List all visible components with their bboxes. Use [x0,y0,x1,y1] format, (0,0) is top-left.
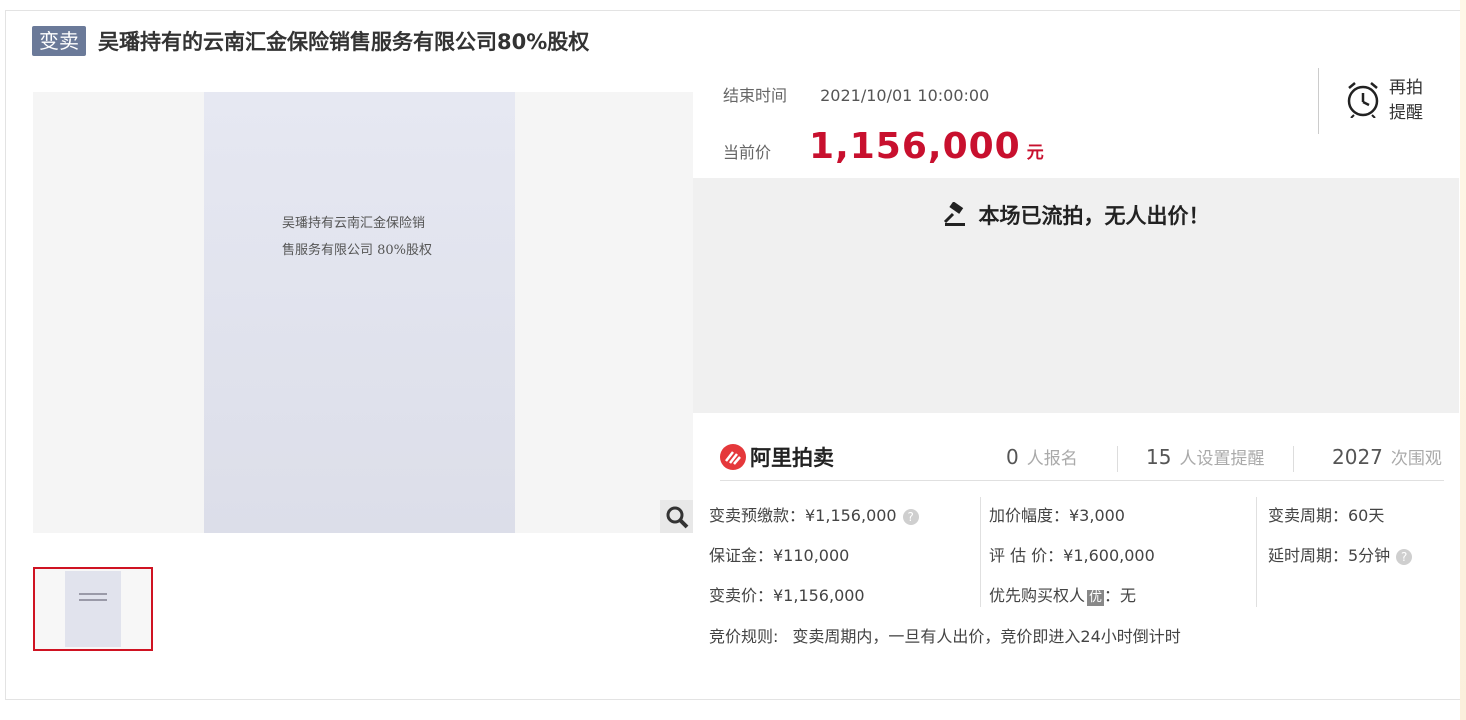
help-icon[interactable]: ? [1396,548,1413,565]
main-image[interactable]: 吴璠持有云南汇金保险销 售服务有限公司 80%股权 [33,92,693,533]
doc-line-1: 吴璠持有云南汇金保险销 [282,216,426,231]
priority-buyer-label: 优先购买权人 [989,586,1086,605]
right-edge-strip [1460,0,1466,720]
sale-period: 变卖周期：60天 [1268,506,1385,525]
views-stat: 2027 次围观 [1332,444,1442,469]
remind-line-1: 再拍 [1389,78,1423,98]
margin: 保证金：¥110,000 [709,546,850,565]
rule-label: 竞价规则: [709,627,779,646]
views-label: 次围观 [1390,449,1442,469]
priority-badge: 优 [1087,590,1105,606]
reminders-count: 15 [1146,445,1172,469]
appraisal-price: 评 估 价：¥1,600,000 [989,546,1155,565]
remind-text: 再拍 提醒 [1389,76,1423,126]
stat-separator [1117,446,1118,472]
current-price: 1,156,000 [809,126,1021,167]
bidding-rule: 竞价规则: 变卖周期内，一旦有人出价，竞价即进入24小时倒计时 [709,623,1181,647]
reauction-remind-button[interactable]: 再拍 提醒 [1345,76,1423,126]
title-row: 变卖 吴璠持有的云南汇金保险销售服务有限公司80%股权 [32,26,589,56]
document-image: 吴璠持有云南汇金保险销 售服务有限公司 80%股权 [204,92,515,533]
stat-separator [1293,446,1294,472]
priority-buyer-value: ：无 [1104,586,1137,605]
doc-line-2: 售服务有限公司 80%股权 [282,243,433,258]
deposit-prepay-text: 变卖预缴款：¥1,156,000 [709,506,897,525]
priority-buyer: 优先购买权人优：无 [989,583,1155,623]
end-time-value: 2021/10/01 10:00:00 [820,86,990,105]
views-count: 2027 [1332,445,1383,469]
details-col-1: 变卖预缴款：¥1,156,000? 保证金：¥110,000 变卖价：¥1,15… [709,503,919,623]
auction-status: 本场已流拍，无人出价！ [693,200,1459,230]
thumbnail-text-line [79,593,107,595]
rule-text: 变卖周期内，一旦有人出价，竞价即进入24小时倒计时 [792,627,1181,646]
deposit-prepay: 变卖预缴款：¥1,156,000? [709,503,919,543]
logo-text: 阿里拍卖 [750,446,834,470]
page-title: 吴璠持有的云南汇金保险销售服务有限公司80%股权 [98,30,590,54]
price-row: 当前价 1,156,000 元 [723,126,1044,167]
thumbnail-document [65,571,121,647]
signups-stat: 0 人报名 [1006,444,1078,469]
divider [1318,68,1319,134]
ali-auction-logo: 阿里拍卖 [720,442,834,472]
sale-type-badge: 变卖 [32,26,86,56]
alarm-clock-icon [1345,80,1381,122]
details-col-3: 变卖周期：60天 延时周期：5分钟? [1268,503,1413,583]
document-text: 吴璠持有云南汇金保险销 售服务有限公司 80%股权 [282,210,432,264]
details-divider [980,497,981,607]
signups-label: 人报名 [1026,449,1078,469]
thumbnail-1[interactable] [33,567,153,651]
help-icon[interactable]: ? [902,508,919,525]
stats-bar: 阿里拍卖 0 人报名 15 人设置提醒 2027 次围观 [720,440,1444,481]
auction-status-panel: 本场已流拍，无人出价！ [693,178,1459,413]
bid-increment: 加价幅度：¥3,000 [989,506,1125,525]
reminders-stat: 15 人设置提醒 [1146,444,1264,469]
details-divider [1256,497,1257,607]
price-label: 当前价 [723,143,772,162]
details-col-2: 加价幅度：¥3,000 评 估 价：¥1,600,000 优先购买权人优：无 [989,503,1155,623]
gavel-icon [943,202,965,226]
delay-period: 延时周期：5分钟? [1268,543,1413,583]
status-text: 本场已流拍，无人出价！ [978,204,1210,228]
logo-icon [720,444,746,470]
reminders-label: 人设置提醒 [1179,449,1265,469]
signups-count: 0 [1006,445,1019,469]
sale-price: 变卖价：¥1,156,000 [709,586,865,605]
end-time-label: 结束时间 [723,86,788,105]
end-time-row: 结束时间 2021/10/01 10:00:00 [723,82,989,106]
thumbnail-text-line [79,599,107,601]
price-unit: 元 [1026,143,1044,163]
delay-period-text: 延时周期：5分钟 [1268,546,1391,565]
remind-line-2: 提醒 [1389,103,1423,123]
magnifier-icon[interactable] [660,500,693,533]
